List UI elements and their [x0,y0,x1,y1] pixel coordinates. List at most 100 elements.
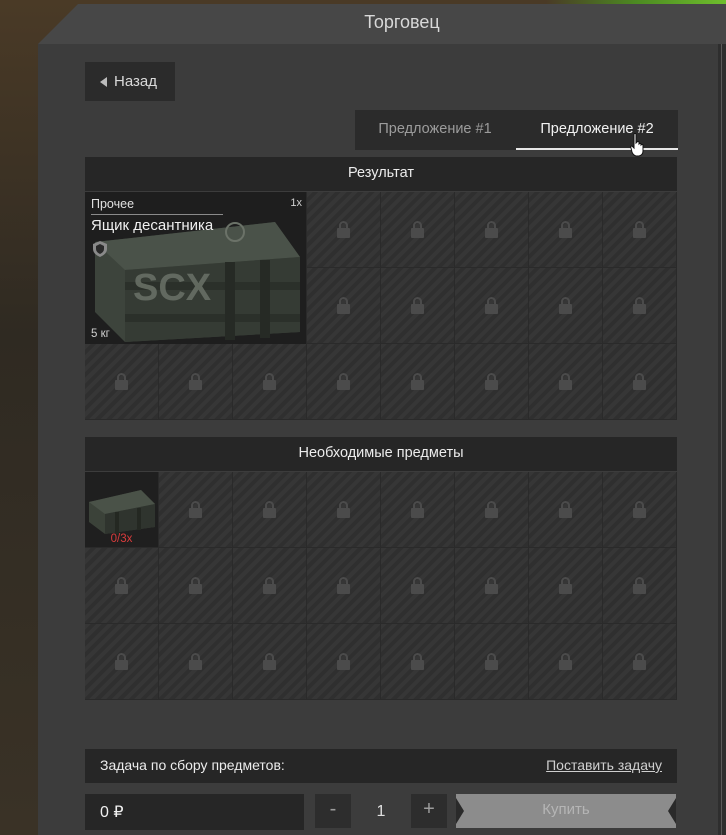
required-item-count: 0/3x [110,533,133,545]
locked-slot [529,548,603,624]
lock-icon [189,372,202,390]
decrease-button[interactable]: - [315,794,351,828]
locked-slot [307,192,381,268]
lock-icon [411,652,424,670]
svg-text:SCX: SCX [133,267,212,309]
lock-icon [115,652,128,670]
tab-offer-2[interactable]: Предложение #2 [516,110,678,150]
locked-slot [159,624,233,700]
locked-slot [307,624,381,700]
locked-slot [85,344,159,420]
lock-icon [485,296,498,314]
required-items-header: Необходимые предметы [85,437,677,471]
locked-slot [455,548,529,624]
lock-icon [633,576,646,594]
lock-icon [633,500,646,518]
locked-slot [159,344,233,420]
lock-icon [633,296,646,314]
locked-slot [307,548,381,624]
shield-icon [93,241,107,257]
buy-button[interactable]: Купить [456,794,676,828]
tab-offer-1[interactable]: Предложение #1 [355,110,515,150]
lock-icon [559,220,572,238]
locked-slot [307,344,381,420]
locked-slot [159,472,233,548]
locked-slot [381,548,455,624]
result-item-card[interactable]: SCX Прочее Ящик десантника 1x 5 кг [85,192,306,344]
titlebar-corner [38,4,78,44]
required-items-grid [85,472,677,700]
category-divider [91,214,223,215]
lock-icon [411,576,424,594]
locked-slot [603,192,677,268]
lock-icon [263,652,276,670]
item-category: Прочее [91,197,135,211]
panel-right-border [718,44,726,835]
lock-icon [115,576,128,594]
lock-icon [485,576,498,594]
lock-icon [485,372,498,390]
locked-slot [603,472,677,548]
locked-slot [381,472,455,548]
item-name: Ящик десантника [91,217,214,234]
lock-icon [559,296,572,314]
locked-slot [381,344,455,420]
locked-slot [529,472,603,548]
lock-icon [411,220,424,238]
price-value: 0 ₽ [100,804,124,821]
lock-icon [633,652,646,670]
item-quantity: 1x [290,197,302,209]
locked-slot [529,192,603,268]
lock-icon [411,296,424,314]
lock-icon [263,500,276,518]
set-task-link[interactable]: Поставить задачу [546,757,662,773]
lock-icon [411,372,424,390]
locked-slot [603,548,677,624]
locked-slot [603,268,677,344]
lock-icon [485,500,498,518]
lock-icon [411,500,424,518]
lock-icon [559,652,572,670]
increase-button[interactable]: + [411,794,447,828]
hand-cursor-icon [630,133,644,157]
locked-slot [233,472,307,548]
back-label: Назад [114,73,157,90]
lock-icon [559,372,572,390]
locked-slot [455,472,529,548]
task-label: Задача по сбору предметов: [100,757,285,773]
locked-slot [603,344,677,420]
lock-icon [337,500,350,518]
locked-slot [381,192,455,268]
lock-icon [337,296,350,314]
lock-icon [559,500,572,518]
lock-icon [633,220,646,238]
titlebar: Торговец [78,4,726,44]
task-bar: Задача по сбору предметов: Поставить зад… [85,749,677,783]
lock-icon [337,220,350,238]
locked-slot [455,624,529,700]
locked-slot [233,624,307,700]
quantity-value[interactable]: 1 [353,794,409,830]
lock-icon [633,372,646,390]
back-button[interactable]: Назад [85,62,175,101]
locked-slot [529,344,603,420]
locked-slot [233,344,307,420]
lock-icon [263,576,276,594]
locked-slot [603,624,677,700]
lock-icon [337,372,350,390]
arrow-left-icon [100,76,107,87]
lock-icon [263,372,276,390]
lock-icon [189,576,202,594]
locked-slot [455,344,529,420]
panel-scrollbar[interactable] [721,44,722,835]
locked-slot [529,268,603,344]
locked-slot [307,472,381,548]
lock-icon [559,576,572,594]
window-title: Торговец [364,12,440,32]
lock-icon [485,220,498,238]
required-item-slot[interactable]: 0/3x [85,472,158,547]
locked-slot [159,548,233,624]
lock-icon [337,576,350,594]
locked-slot [85,624,159,700]
locked-slot [233,548,307,624]
